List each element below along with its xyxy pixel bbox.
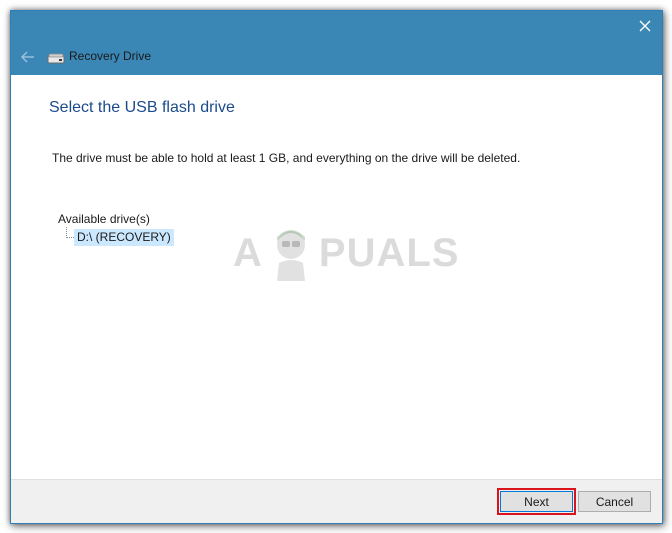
tree-connector: [66, 237, 74, 238]
close-button[interactable]: [628, 11, 662, 41]
available-drives-label: Available drive(s): [58, 212, 150, 226]
watermark-mascot-icon: [276, 230, 305, 281]
watermark-text-left: A: [233, 231, 263, 275]
description-text: The drive must be able to hold at least …: [52, 151, 521, 165]
close-icon: [639, 20, 651, 32]
drive-icon: [47, 53, 65, 64]
watermark: A PUALS: [233, 223, 459, 283]
footer-bar: Next Cancel: [11, 479, 662, 523]
page-heading: Select the USB flash drive: [49, 99, 235, 116]
drive-list-item-d-recovery[interactable]: D:\ (RECOVERY): [74, 229, 174, 246]
watermark-text-right: PUALS: [318, 231, 460, 275]
content-area: Select the USB flash drive The drive mus…: [11, 75, 662, 480]
back-button[interactable]: [17, 47, 39, 67]
back-arrow-icon: [21, 51, 34, 63]
window-title: Recovery Drive: [69, 49, 152, 63]
recovery-drive-window: Recovery Drive Select the USB flash driv…: [10, 10, 663, 524]
cancel-button[interactable]: Cancel: [578, 491, 651, 512]
title-bar: Recovery Drive: [11, 11, 662, 75]
next-button[interactable]: Next: [497, 488, 576, 515]
